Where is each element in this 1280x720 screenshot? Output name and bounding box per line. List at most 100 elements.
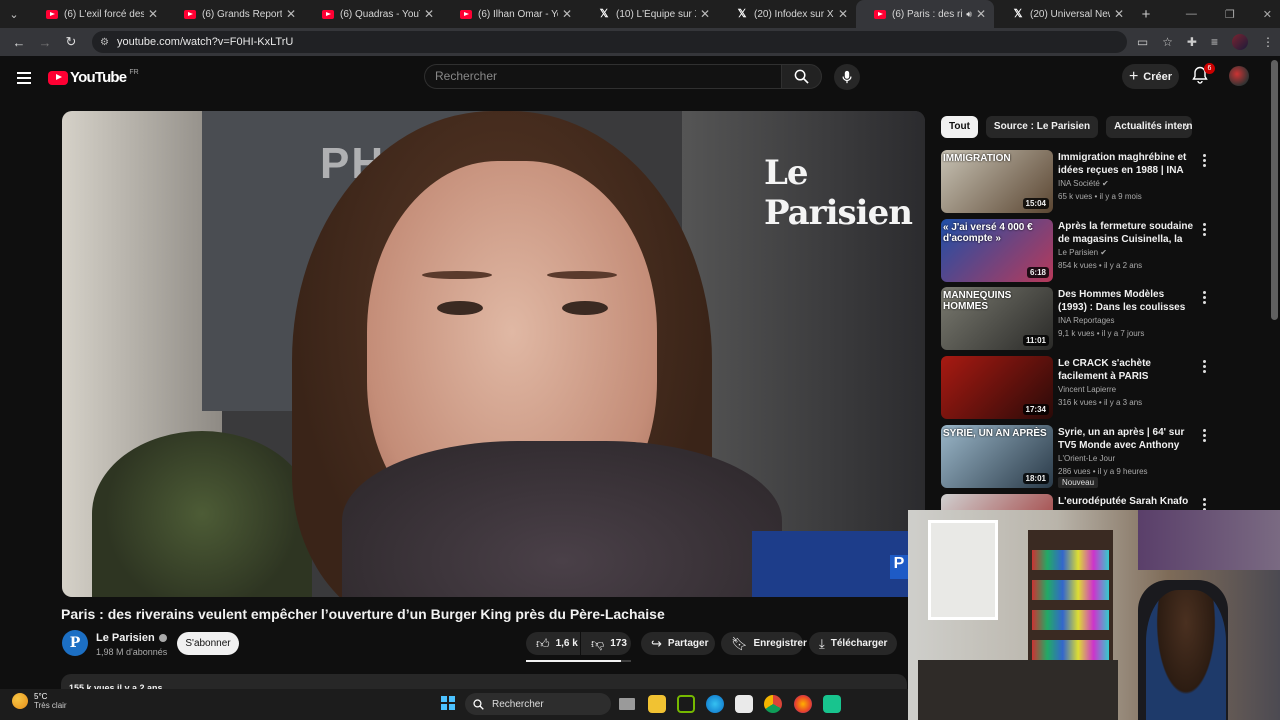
extensions-icon[interactable]: ✚ xyxy=(1187,35,1197,49)
recommended-title[interactable]: Des Hommes Modèles (1993) : Dans les cou… xyxy=(1058,288,1194,314)
close-tab-icon[interactable]: ✕ xyxy=(148,7,158,21)
firefox-icon[interactable] xyxy=(794,695,812,713)
recommended-video[interactable]: « J'ai versé 4 000 € d'acompte » 6:18 Aprè… xyxy=(941,219,1211,283)
browser-profile-avatar[interactable] xyxy=(1232,34,1248,50)
tab-search-chevron-icon[interactable]: ⌄ xyxy=(0,0,28,28)
subscribe-button[interactable]: S'abonner xyxy=(177,632,239,655)
search-input[interactable]: Rechercher xyxy=(424,64,781,89)
browser-tab[interactable]: (6) L'exil forcé des Algérie ✕ xyxy=(28,0,166,28)
forward-icon[interactable]: → xyxy=(32,35,58,50)
channel-avatar[interactable]: P xyxy=(62,630,88,656)
video-thumbnail[interactable]: « J'ai versé 4 000 € d'acompte » 6:18 xyxy=(941,219,1053,282)
address-bar[interactable]: ⚙ youtube.com/watch?v=F0HI-KxLTrU xyxy=(92,31,1127,53)
audio-playing-icon[interactable]: 🔊︎ xyxy=(966,9,972,20)
close-tab-icon[interactable]: ✕ xyxy=(562,7,572,21)
video-player[interactable]: PHA Le Parisien P xyxy=(62,111,925,597)
cast-icon[interactable]: ▭ xyxy=(1137,35,1148,49)
windows-start-icon[interactable] xyxy=(441,696,455,710)
file-explorer-icon[interactable] xyxy=(648,695,666,713)
voice-search-button[interactable] xyxy=(834,64,860,90)
recommended-video[interactable]: 17:34 Le CRACK s'achète facilement à PARI… xyxy=(941,356,1211,420)
reload-icon[interactable]: ↻ xyxy=(58,34,84,50)
account-avatar[interactable] xyxy=(1229,66,1249,86)
video-thumbnail[interactable]: SYRIE, UN AN APRÈS 18:01 xyxy=(941,425,1053,488)
notifications-button[interactable]: 6 xyxy=(1192,63,1215,86)
recommended-channel-name: Le Parisien xyxy=(1058,248,1099,257)
video-thumbnail[interactable]: 17:34 xyxy=(941,356,1053,419)
weather-widget[interactable]: 5°C Très clair xyxy=(12,692,67,710)
recommended-channel[interactable]: INA Reportages xyxy=(1058,316,1114,325)
share-button[interactable]: ↪ Partager xyxy=(641,632,715,655)
like-ratio-fill xyxy=(526,660,621,662)
more-actions-icon[interactable] xyxy=(1203,429,1206,444)
menu-icon[interactable] xyxy=(17,72,31,87)
browser-tab[interactable]: (6) Quadras - YouTube ✕ xyxy=(304,0,442,28)
create-button[interactable]: + Créer xyxy=(1122,64,1179,89)
like-button[interactable]: 👍︎ 1,6 k xyxy=(526,632,580,655)
filter-chip[interactable]: Tout xyxy=(941,116,978,138)
more-actions-icon[interactable] xyxy=(1203,360,1206,375)
task-view-icon[interactable] xyxy=(619,698,635,710)
nvidia-icon[interactable] xyxy=(677,695,695,713)
minimize-icon[interactable]: — xyxy=(1186,8,1197,20)
url-text: youtube.com/watch?v=F0HI-KxLTrU xyxy=(116,36,294,48)
close-tab-icon[interactable]: ✕ xyxy=(838,7,848,21)
save-button[interactable]: 🔖︎ Enregistrer xyxy=(721,632,807,655)
webcam-poster xyxy=(1138,510,1280,570)
site-info-icon[interactable]: ⚙ xyxy=(100,37,109,48)
close-tab-icon[interactable]: ✕ xyxy=(286,7,296,21)
reading-list-icon[interactable]: ≡ xyxy=(1211,35,1218,49)
recommended-title[interactable]: Le CRACK s'achète facilement à PARIS (dé… xyxy=(1058,357,1194,383)
chrome-icon[interactable] xyxy=(764,695,782,713)
recommended-video[interactable]: IMMIGRATION 15:04 Immigration maghrébine e… xyxy=(941,150,1211,214)
recommended-title[interactable]: Syrie, un an après | 64' sur TV5 Monde a… xyxy=(1058,426,1194,452)
recommended-video[interactable]: MANNEQUINS HOMMES 11:01 Des Hommes Modèles… xyxy=(941,287,1211,351)
search-button[interactable] xyxy=(781,64,822,89)
recommended-video[interactable]: SYRIE, UN AN APRÈS 18:01 Syrie, un an aprè… xyxy=(941,425,1211,489)
like-count: 1,6 k xyxy=(555,638,578,649)
dislike-button[interactable]: 👎︎ 173 xyxy=(581,632,631,655)
maximize-icon[interactable]: ❐ xyxy=(1225,8,1235,21)
close-window-icon[interactable]: ✕ xyxy=(1263,8,1272,21)
video-thumbnail[interactable]: MANNEQUINS HOMMES 11:01 xyxy=(941,287,1053,350)
recommended-meta: 316 k vues • il y a 3 ans xyxy=(1058,398,1143,407)
channel-name[interactable]: Le Parisien xyxy=(96,632,167,644)
close-tab-icon[interactable]: ✕ xyxy=(700,7,710,21)
page-scrollbar[interactable] xyxy=(1271,60,1278,320)
recommended-channel[interactable]: INA Société ✔ xyxy=(1058,179,1109,188)
recommended-channel[interactable]: L'Orient-Le Jour xyxy=(1058,454,1115,463)
close-tab-icon[interactable]: ✕ xyxy=(1114,7,1124,21)
new-tab-button[interactable]: + xyxy=(1132,6,1160,23)
browser-tab[interactable]: 𝕏 (20) Universal News sur X ✕ xyxy=(994,0,1132,28)
youtube-icon xyxy=(460,9,472,19)
browser-tab[interactable]: (6) Grands Reportages - L ✕ xyxy=(166,0,304,28)
browser-tab[interactable]: 𝕏 (10) L'Équipe sur X : "À qu ✕ xyxy=(580,0,718,28)
download-button[interactable]: ⤓ Télécharger xyxy=(809,632,897,655)
video-thumbnail[interactable]: IMMIGRATION 15:04 xyxy=(941,150,1053,213)
edge-icon[interactable] xyxy=(706,695,724,713)
back-icon[interactable]: ← xyxy=(6,35,32,50)
recommended-channel[interactable]: Vincent Lapierre xyxy=(1058,385,1116,394)
browser-tab[interactable]: 𝕏 (20) Infodex sur X : "Top l ✕ xyxy=(718,0,856,28)
more-actions-icon[interactable] xyxy=(1203,291,1206,306)
app-icon[interactable] xyxy=(823,695,841,713)
chips-next-chevron-icon[interactable]: › xyxy=(1184,118,1189,134)
browser-tab[interactable]: (6) Ilhan Omar - YouTube ✕ xyxy=(442,0,580,28)
browser-tab[interactable]: (6) Paris : des riverains🔊︎ ✕ xyxy=(856,0,994,28)
store-icon[interactable] xyxy=(735,695,753,713)
browser-menu-icon[interactable]: ⋮ xyxy=(1262,35,1274,49)
video-duration: 15:04 xyxy=(1022,198,1049,209)
taskbar-search[interactable]: Rechercher xyxy=(465,693,611,715)
filter-chip[interactable]: Actualités internat xyxy=(1106,116,1193,138)
recommended-title[interactable]: Après la fermeture soudaine de magasins … xyxy=(1058,220,1194,246)
bookmark-star-icon[interactable]: ☆ xyxy=(1162,35,1173,49)
recommended-channel[interactable]: Le Parisien ✔ xyxy=(1058,248,1107,257)
video-duration: 6:18 xyxy=(1026,267,1049,278)
close-tab-icon[interactable]: ✕ xyxy=(424,7,434,21)
close-tab-icon[interactable]: ✕ xyxy=(976,7,986,21)
more-actions-icon[interactable] xyxy=(1203,223,1206,238)
recommended-title[interactable]: Immigration maghrébine et idées reçues e… xyxy=(1058,151,1194,177)
youtube-logo[interactable]: YouTube FR xyxy=(48,69,139,86)
more-actions-icon[interactable] xyxy=(1203,154,1206,169)
filter-chip[interactable]: Source : Le Parisien xyxy=(985,116,1099,138)
